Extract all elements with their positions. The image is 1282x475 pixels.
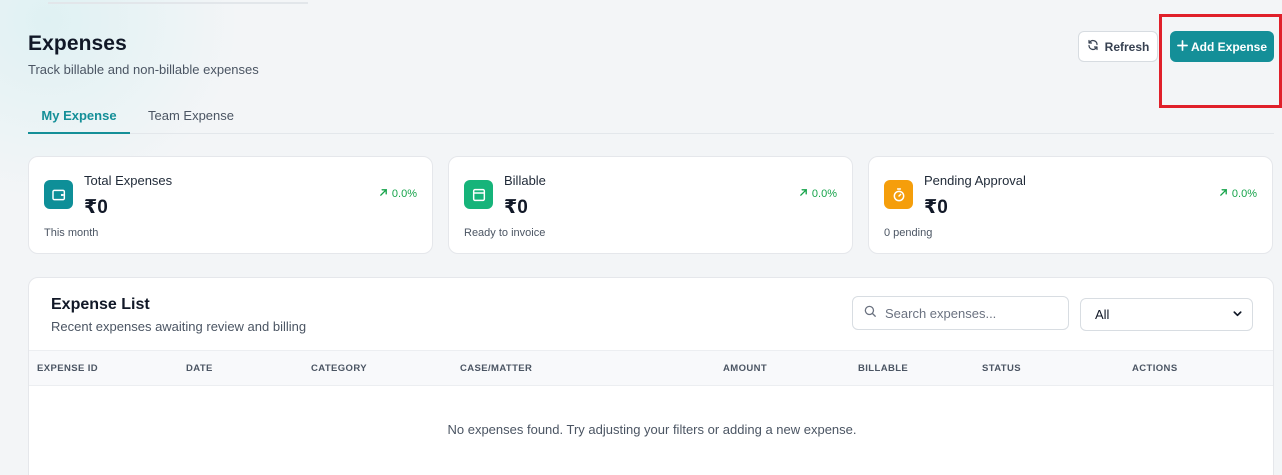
- refresh-icon: [1087, 39, 1099, 54]
- search-input[interactable]: [885, 305, 1055, 321]
- trend-up-icon: [1219, 188, 1228, 200]
- add-expense-button[interactable]: Add Expense: [1170, 31, 1274, 62]
- tab-bar: My Expense Team Expense: [28, 98, 1274, 134]
- chevron-down-icon: [1232, 307, 1243, 322]
- status-filter-select[interactable]: All: [1080, 298, 1253, 331]
- plus-icon: [1177, 39, 1188, 54]
- search-box[interactable]: [852, 296, 1069, 330]
- trend-up-icon: [799, 188, 808, 200]
- expense-list-panel: Expense List Recent expenses awaiting re…: [28, 277, 1274, 475]
- tab-team-expense[interactable]: Team Expense: [148, 98, 258, 134]
- page-subtitle: Track billable and non-billable expenses: [28, 62, 259, 77]
- stat-trend: 0.0%: [379, 188, 417, 200]
- stat-trend: 0.0%: [799, 188, 837, 200]
- stat-title: Total Expenses: [84, 173, 173, 188]
- stat-footnote: Ready to invoice: [464, 227, 546, 239]
- column-header-case-matter[interactable]: CASE/MATTER: [460, 363, 532, 374]
- column-header-date[interactable]: DATE: [186, 363, 213, 374]
- stat-footnote: This month: [44, 227, 99, 239]
- stat-card-billable: Billable ₹0 0.0% Ready to invoice: [448, 156, 853, 254]
- stat-card-pending-approval: Pending Approval ₹0 0.0% 0 pending: [868, 156, 1273, 254]
- column-header-status[interactable]: STATUS: [982, 363, 1021, 374]
- column-header-billable[interactable]: BILLABLE: [858, 363, 908, 374]
- column-header-amount[interactable]: AMOUNT: [723, 363, 767, 374]
- wallet-icon: [44, 180, 73, 209]
- empty-state-message: No expenses found. Try adjusting your fi…: [447, 422, 857, 437]
- page-title: Expenses: [28, 32, 127, 55]
- search-icon: [863, 304, 877, 323]
- filter-value: All: [1095, 307, 1110, 322]
- tab-my-expense[interactable]: My Expense: [28, 98, 130, 134]
- stat-value: ₹0: [504, 197, 528, 218]
- stat-card-total-expenses: Total Expenses ₹0 0.0% This month: [28, 156, 433, 254]
- invoice-icon: [464, 180, 493, 209]
- refresh-button[interactable]: Refresh: [1078, 31, 1158, 62]
- expense-list-subtitle: Recent expenses awaiting review and bill…: [51, 319, 307, 334]
- refresh-label: Refresh: [1104, 39, 1150, 54]
- column-header-expense-id[interactable]: EXPENSE ID: [37, 363, 98, 374]
- stat-title: Billable: [504, 173, 546, 188]
- column-header-actions: ACTIONS: [1132, 363, 1178, 374]
- stat-title: Pending Approval: [924, 173, 1026, 188]
- page-header: Expenses Track billable and non-billable…: [28, 32, 259, 77]
- stat-footnote: 0 pending: [884, 227, 933, 239]
- trend-value: 0.0%: [391, 188, 417, 200]
- stat-value: ₹0: [924, 197, 948, 218]
- trend-value: 0.0%: [1231, 188, 1257, 200]
- column-header-category[interactable]: CATEGORY: [311, 363, 367, 374]
- stat-trend: 0.0%: [1219, 188, 1257, 200]
- trend-value: 0.0%: [811, 188, 837, 200]
- trend-up-icon: [379, 188, 388, 200]
- stat-value: ₹0: [84, 197, 108, 218]
- add-expense-label: Add Expense: [1190, 39, 1268, 54]
- top-divider: [48, 2, 308, 4]
- table-header: EXPENSE ID DATE CATEGORY CASE/MATTER AMO…: [29, 350, 1273, 386]
- timer-icon: [884, 180, 913, 209]
- expense-list-title: Expense List: [51, 296, 150, 313]
